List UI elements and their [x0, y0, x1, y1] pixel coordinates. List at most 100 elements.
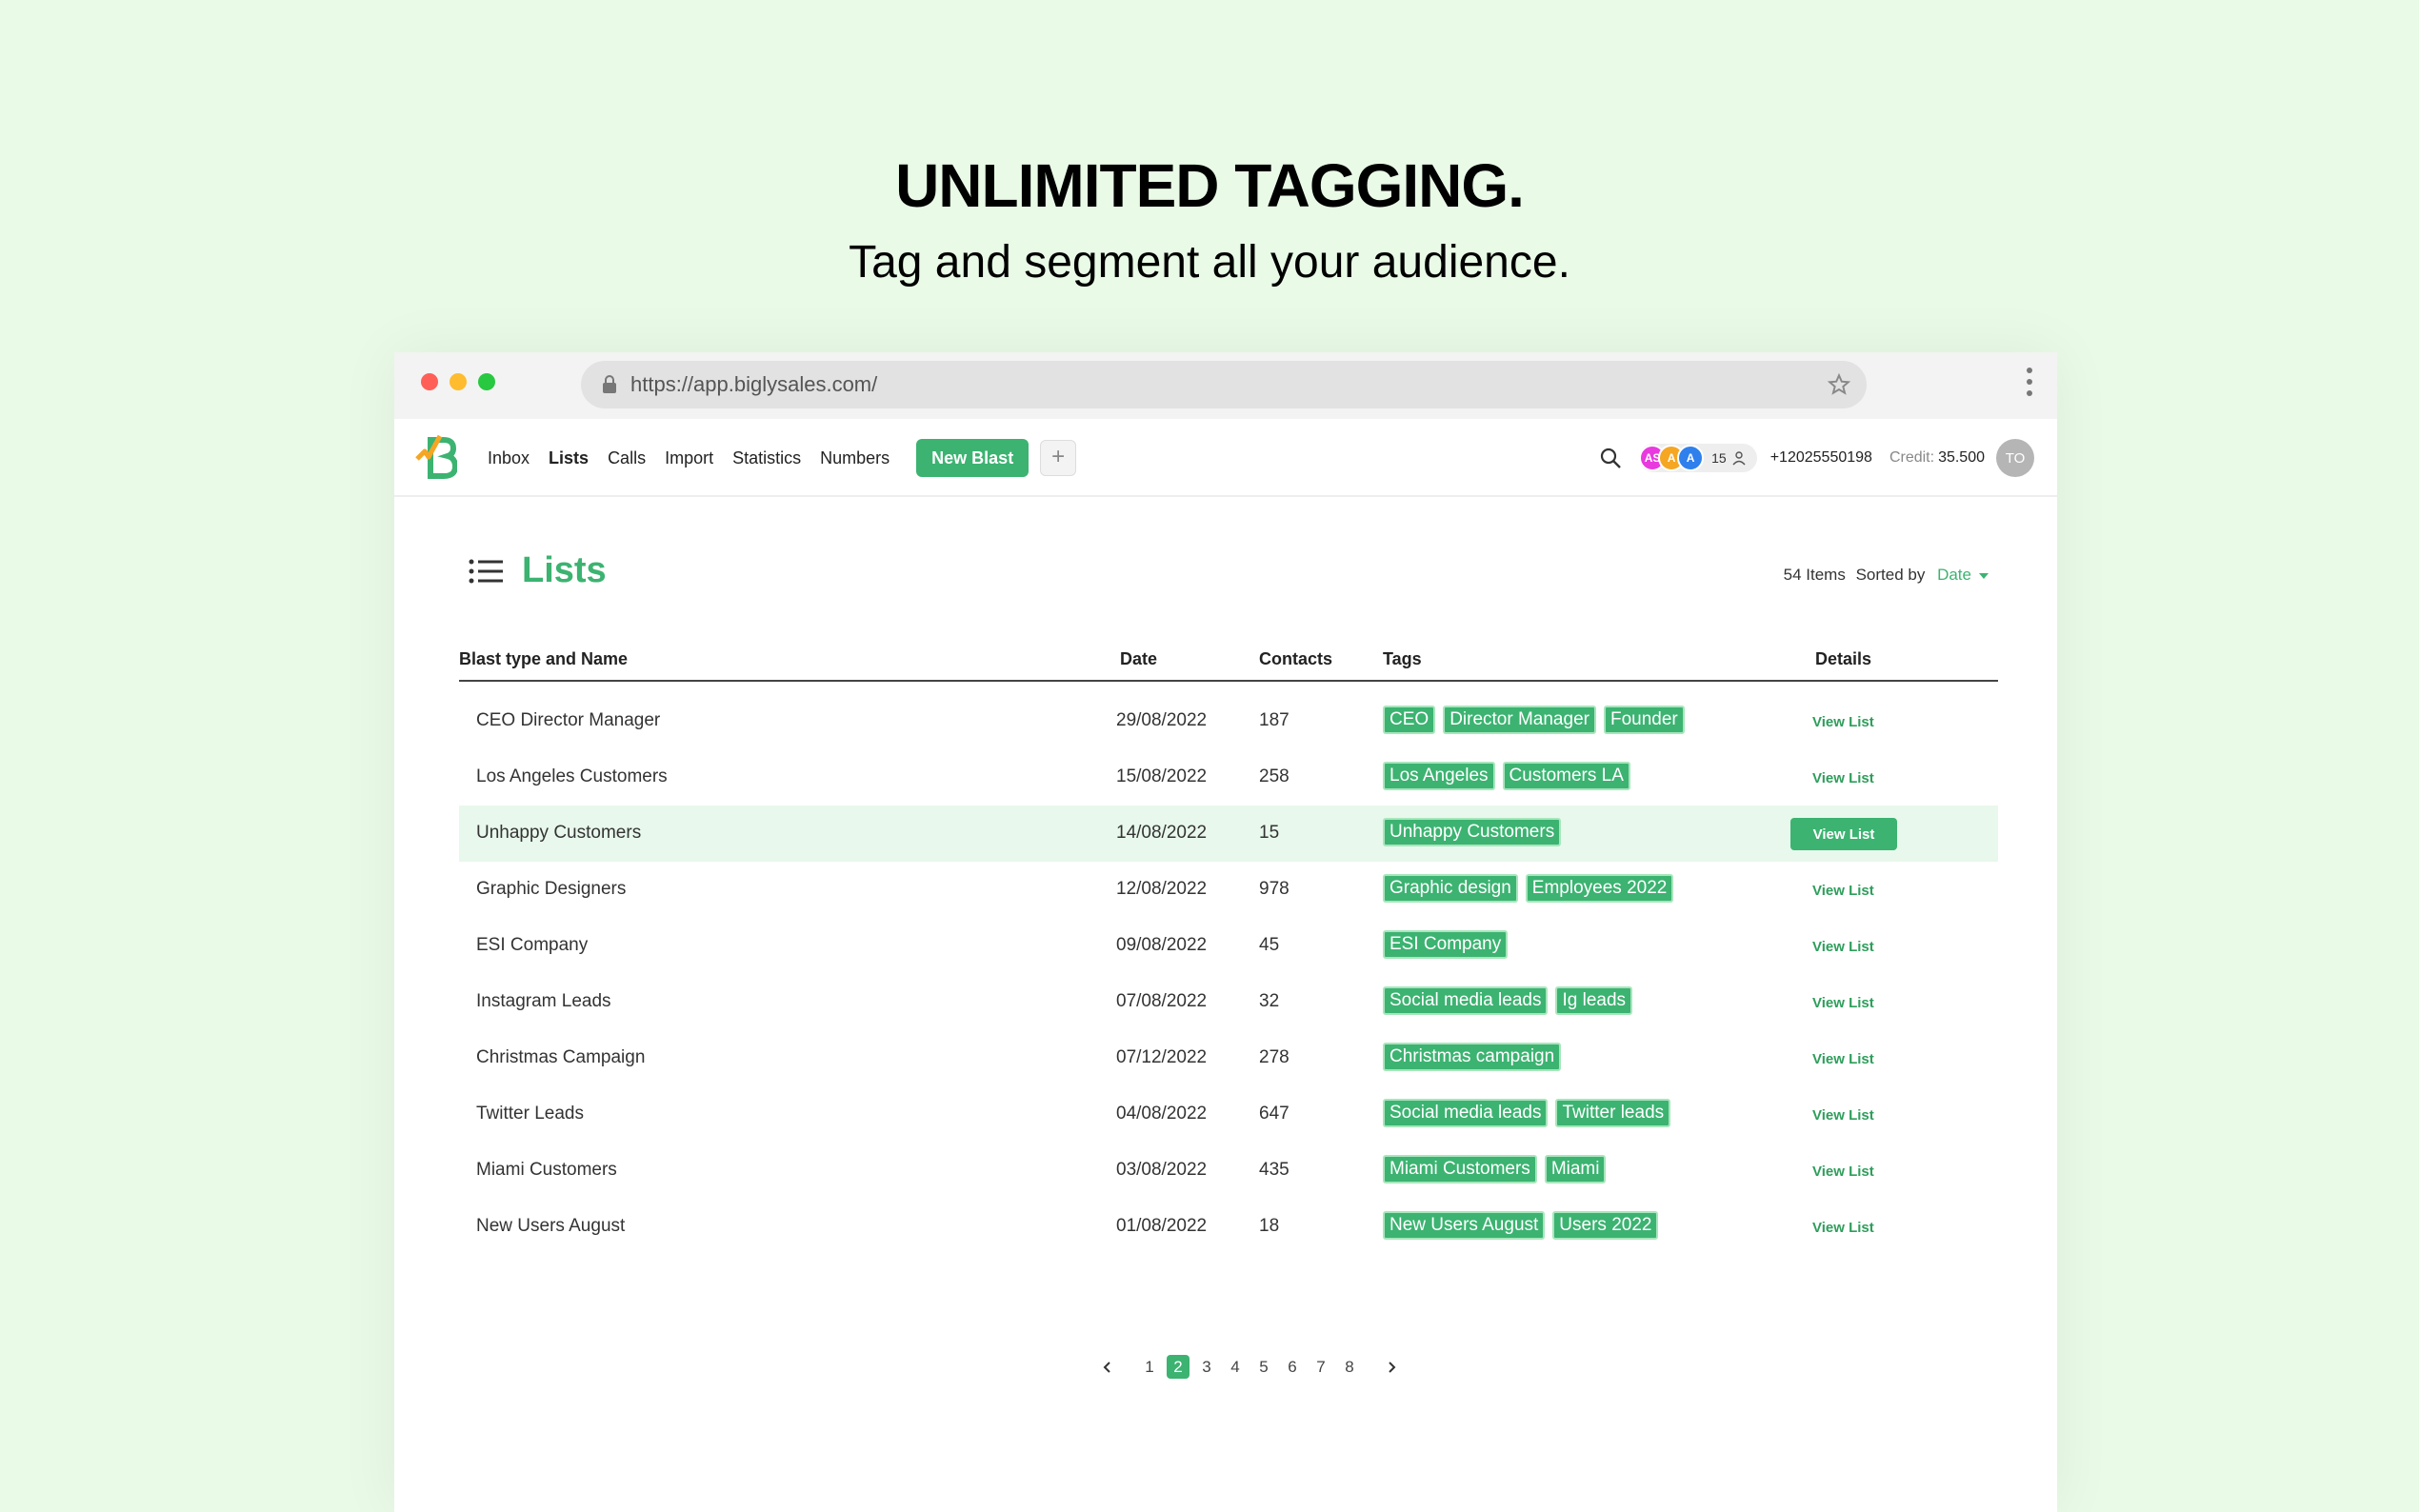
page-number-label: 6	[1288, 1358, 1297, 1376]
nav-import[interactable]: Import	[665, 448, 713, 468]
nav-right: AS A A 15 +12025550198 Credit: 35.500 TO	[1599, 419, 2034, 497]
view-list-button[interactable]: View List	[1812, 714, 1874, 730]
biglysales-logo-icon	[415, 434, 457, 479]
page-number-label: 8	[1345, 1358, 1354, 1376]
nav-lists[interactable]: Lists	[549, 448, 589, 468]
list-date: 07/12/2022	[1116, 1047, 1208, 1067]
tag-badge[interactable]: Users 2022	[1552, 1211, 1659, 1240]
tag-badge[interactable]: Ig leads	[1555, 986, 1633, 1015]
list-name: Christmas Campaign	[476, 1047, 646, 1067]
search-icon[interactable]	[1599, 447, 1622, 469]
lock-icon	[603, 375, 616, 393]
table-row[interactable]: Los Angeles Customers 15/08/2022 258 Los An…	[459, 749, 1998, 806]
page-number[interactable]: 7	[1307, 1358, 1335, 1377]
nav-statistics[interactable]: Statistics	[732, 448, 801, 468]
view-list-button[interactable]: View List	[1812, 1051, 1874, 1067]
tag-badge[interactable]: Twitter leads	[1555, 1099, 1671, 1127]
tag-badge[interactable]: Graphic design	[1383, 874, 1518, 903]
tag-badge[interactable]: Founder	[1603, 706, 1685, 734]
list-tags: Graphic design Employees 2022	[1383, 874, 1681, 903]
tag-badge[interactable]: Customers LA	[1502, 762, 1630, 790]
chevron-right-icon[interactable]	[1385, 1361, 1398, 1374]
tag-badge[interactable]: Miami	[1544, 1155, 1607, 1184]
view-list-button[interactable]: View List	[1812, 995, 1874, 1011]
view-list-button[interactable]: View List	[1812, 770, 1874, 786]
nav-numbers[interactable]: Numbers	[820, 448, 890, 468]
list-date: 14/08/2022	[1116, 823, 1208, 843]
table-row[interactable]: ESI Company 09/08/2022 45 ESI Company View L…	[459, 918, 1998, 974]
view-list-button[interactable]: View List	[1812, 1220, 1874, 1236]
tag-badge[interactable]: Social media leads	[1383, 986, 1549, 1015]
browser-menu-icon[interactable]	[2027, 368, 2034, 404]
tag-badge[interactable]: ESI Company	[1383, 930, 1509, 959]
minimize-window-dot[interactable]	[450, 373, 467, 390]
list-tags: Social media leads Ig leads	[1383, 986, 1640, 1015]
nav-calls[interactable]: Calls	[608, 448, 646, 468]
tag-badge[interactable]: CEO	[1383, 706, 1436, 734]
page-number[interactable]: 6	[1278, 1358, 1307, 1377]
page-number-label: 3	[1202, 1358, 1211, 1376]
new-blast-button[interactable]: New Blast	[916, 439, 1030, 477]
list-tags: Miami Customers Miami	[1383, 1155, 1613, 1184]
close-window-dot[interactable]	[421, 373, 438, 390]
view-list-button[interactable]: View List	[1812, 1107, 1874, 1124]
tag-badge[interactable]: Los Angeles	[1383, 762, 1495, 790]
view-list-button[interactable]: View List	[1790, 818, 1897, 850]
address-bar[interactable]: https://app.biglysales.com/	[581, 361, 1867, 408]
caret-down-icon	[1979, 572, 1989, 579]
page-number[interactable]: 5	[1249, 1358, 1278, 1377]
tag-badge[interactable]: New Users August	[1383, 1211, 1546, 1240]
table-row[interactable]: Instagram Leads 07/08/2022 32 Social media …	[459, 974, 1998, 1030]
hero-subtitle: Tag and segment all your audience.	[849, 237, 1570, 288]
avatar-count: 15	[1711, 450, 1727, 466]
nav-inbox[interactable]: Inbox	[488, 448, 530, 468]
page-number[interactable]: 1	[1135, 1358, 1164, 1377]
tag-badge[interactable]: Employees 2022	[1525, 874, 1674, 903]
sort-dropdown[interactable]: Date	[1937, 566, 1989, 584]
list-tags: Los Angeles Customers LA	[1383, 762, 1638, 790]
chevron-left-icon[interactable]	[1101, 1361, 1114, 1374]
table-row[interactable]: Christmas Campaign 07/12/2022 278 Christmas…	[459, 1030, 1998, 1086]
header-date: Date	[1120, 649, 1158, 668]
team-avatars[interactable]: AS A A 15	[1639, 444, 1757, 472]
view-list-button[interactable]: View List	[1812, 939, 1874, 955]
tag-badge[interactable]: Christmas campaign	[1383, 1043, 1562, 1071]
user-icon	[1732, 451, 1746, 466]
page-number[interactable]: 2	[1164, 1355, 1192, 1379]
phone-number[interactable]: +12025550198	[1770, 449, 1872, 467]
credit-label: Credit:	[1889, 449, 1935, 466]
list-date: 07/08/2022	[1116, 991, 1208, 1011]
table-row[interactable]: Twitter Leads 04/08/2022 647 Social media l…	[459, 1086, 1998, 1143]
page-number[interactable]: 8	[1335, 1358, 1364, 1377]
list-contacts: 278	[1259, 1047, 1289, 1067]
maximize-window-dot[interactable]	[478, 373, 495, 390]
list-tags: New Users August Users 2022	[1383, 1211, 1666, 1240]
items-count: 54 Items	[1783, 566, 1846, 584]
profile-avatar[interactable]: TO	[1996, 439, 2034, 477]
main-nav: Inbox Lists Calls Import Statistics Numb…	[488, 419, 1077, 497]
list-date: 03/08/2022	[1116, 1160, 1208, 1180]
list-contacts: 258	[1259, 766, 1289, 786]
table-row[interactable]: CEO Director Manager 29/08/2022 187 CEO Dire…	[459, 693, 1998, 749]
view-list-button[interactable]: View List	[1812, 883, 1874, 899]
view-list-button[interactable]: View List	[1812, 1164, 1874, 1180]
pagination: 123 4 5 6 7 8	[1080, 1355, 1419, 1379]
page-number[interactable]: 3	[1192, 1358, 1221, 1377]
bookmark-star-icon[interactable]	[1827, 372, 1851, 397]
add-button[interactable]: +	[1040, 440, 1077, 476]
list-name: Twitter Leads	[476, 1104, 584, 1124]
list-date: 29/08/2022	[1116, 710, 1208, 730]
page-number[interactable]: 4	[1221, 1358, 1249, 1377]
tag-badge[interactable]: Miami Customers	[1383, 1155, 1537, 1184]
table-row[interactable]: Graphic Designers 12/08/2022 978 Graphic de…	[459, 862, 1998, 918]
page-number-label: 5	[1259, 1358, 1269, 1376]
table-row[interactable]: Miami Customers 03/08/2022 435 Miami Custom…	[459, 1143, 1998, 1199]
tag-badge[interactable]: Director Manager	[1443, 706, 1596, 734]
tag-badge[interactable]: Unhappy Customers	[1383, 818, 1562, 846]
browser-window: https://app.biglysales.com/ Inbox Lists …	[394, 352, 2057, 1512]
credit-value: 35.500	[1938, 449, 1985, 466]
tag-badge[interactable]: Social media leads	[1383, 1099, 1549, 1127]
table-row[interactable]: New Users August 01/08/2022 18 New Users Au…	[459, 1199, 1998, 1255]
list-date: 01/08/2022	[1116, 1216, 1208, 1236]
table-row[interactable]: Unhappy Customers 14/08/2022 15 Unhappy Cus…	[459, 806, 1998, 862]
